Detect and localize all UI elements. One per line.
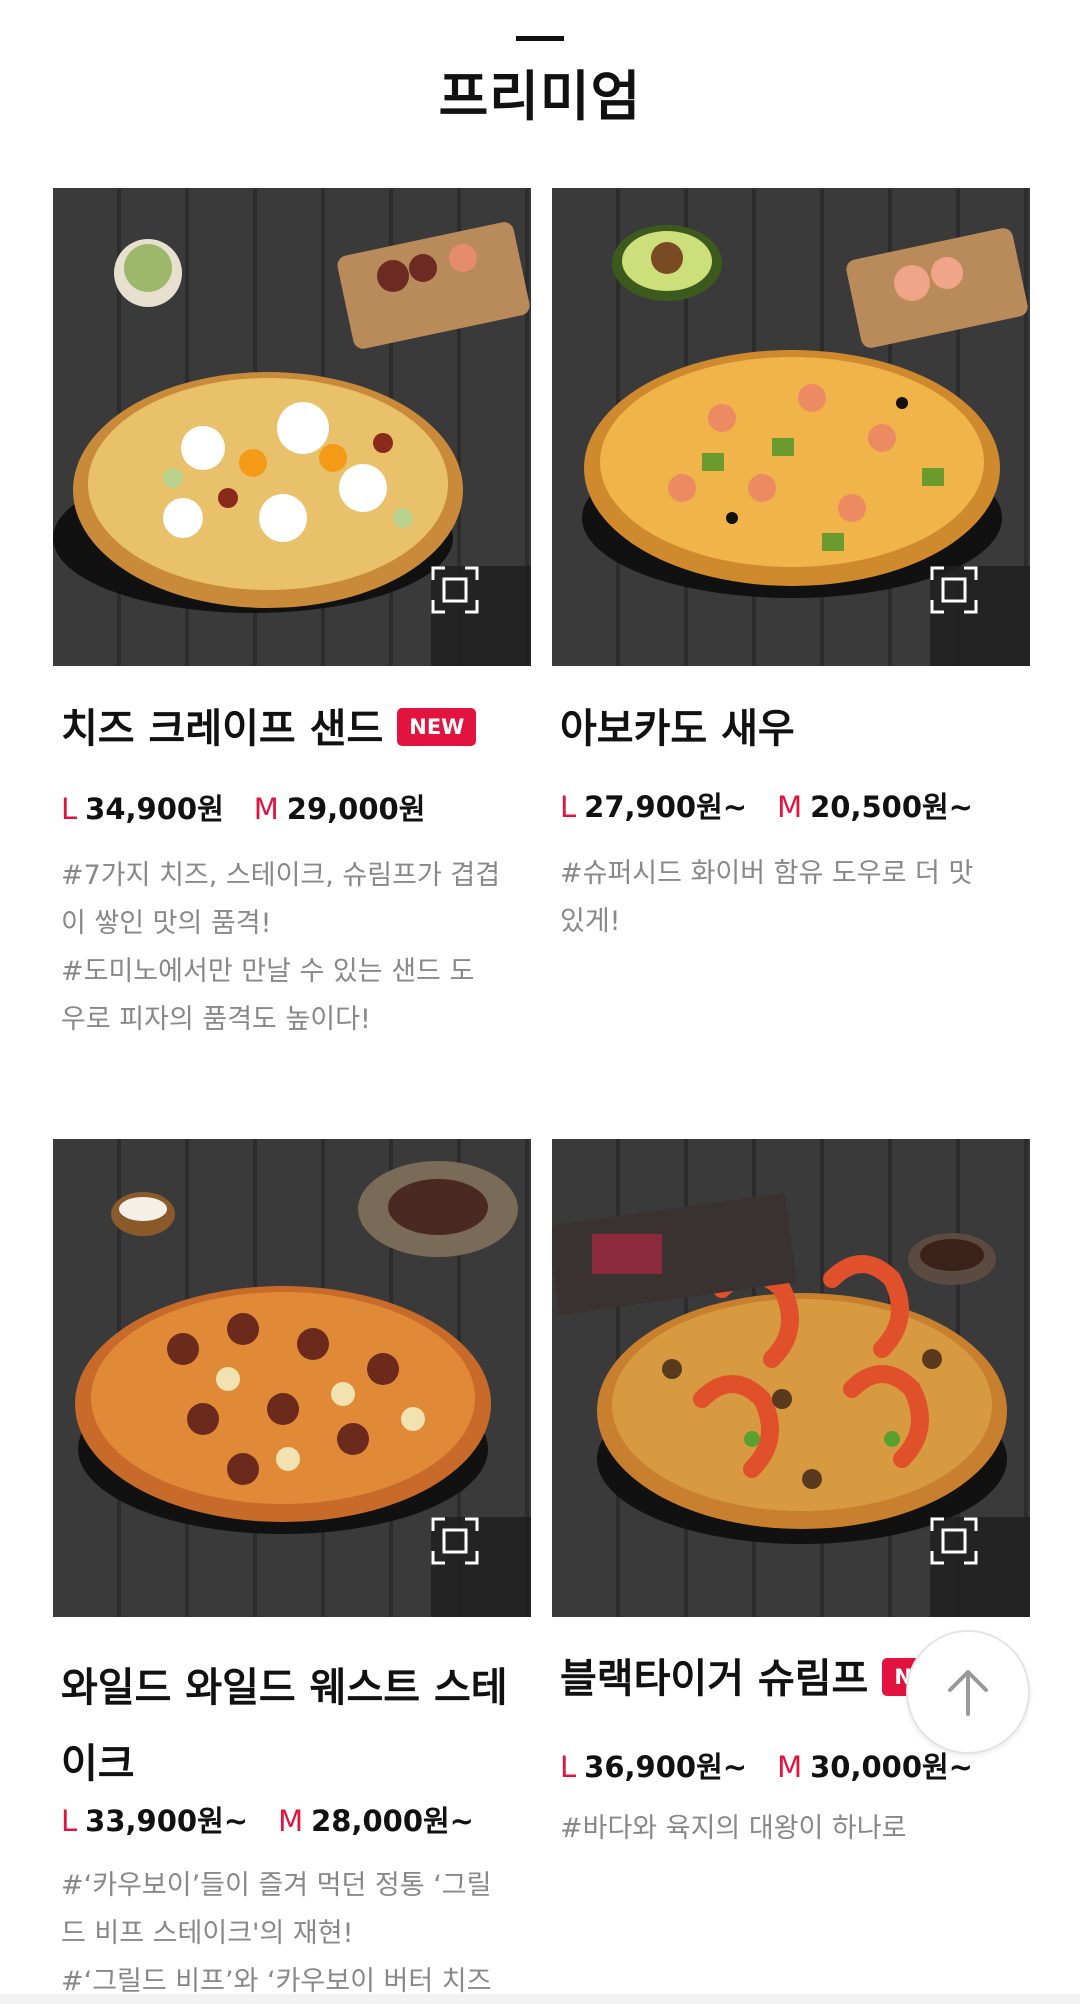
product-name[interactable]: 와일드 와일드 웨스트 스테 이크 [61, 1650, 508, 1802]
price-m: 20,500원~ [810, 790, 973, 824]
scroll-top-button[interactable] [906, 1630, 1030, 1754]
product-name[interactable]: 아보카도 새우 [560, 700, 795, 758]
product-name[interactable]: 치즈 크레이프 샌드 NEW [61, 700, 477, 758]
desc-line: 있게! [560, 906, 621, 937]
zoom-button[interactable] [431, 1517, 531, 1617]
product-name-line: 이크 [61, 1741, 135, 1787]
product-image[interactable] [552, 188, 1030, 666]
size-l-label: L [61, 792, 78, 826]
desc-line: 이 쌓인 맛의 품격! [61, 908, 272, 939]
product-card[interactable]: 블랙타이거 슈림프NEW L36,900원~ M30,000원~ #바다와 육지의… [552, 1139, 1030, 2004]
product-prices: L 34,900원 M 29,000원 [61, 786, 425, 828]
size-m-label: M [253, 792, 279, 826]
price-m: 28,000원~ [311, 1804, 474, 1838]
size-m-label: M [278, 1804, 304, 1838]
size-l-label: L [560, 790, 577, 824]
new-badge: NEW [397, 708, 477, 746]
product-description: #7가지 치즈, 스테이크, 슈림프가 겹겹 이 쌓인 맛의 품격! #도미노에… [61, 852, 531, 1044]
product-name-text: 블랙타이거 슈림프 [560, 1656, 869, 1702]
desc-line: #도미노에서만 만날 수 있는 샌드 도 [61, 956, 475, 987]
product-description: #슈퍼시드 화이버 함유 도우로 더 맛 있게! [560, 850, 1030, 946]
product-image[interactable] [53, 188, 531, 666]
product-name-text: 치즈 크레이프 샌드 [61, 706, 384, 752]
zoom-button[interactable] [930, 1517, 1030, 1617]
zoom-button[interactable] [431, 566, 531, 666]
size-m-label: M [777, 790, 803, 824]
product-prices: L 27,900원~ M 20,500원~ [560, 784, 973, 826]
product-image[interactable] [552, 1139, 1030, 1617]
size-l-label: L [560, 1750, 577, 1784]
title-divider [516, 36, 564, 41]
expand-icon [431, 566, 479, 614]
price-l: 27,900원~ [584, 790, 748, 824]
expand-icon [431, 1517, 479, 1565]
desc-line: 드 비프 스테이크'의 재현! [61, 1918, 354, 1949]
size-l-label: L [61, 1804, 78, 1838]
size-m-label: M [777, 1750, 803, 1784]
price-l: 33,900원~ [85, 1804, 249, 1838]
section-title: 프리미엄 [438, 65, 642, 128]
expand-icon [930, 1517, 978, 1565]
product-name-line: 와일드 와일드 웨스트 스테 [61, 1665, 508, 1711]
product-card[interactable]: 아보카도 새우 L 27,900원~ M 20,500원~ #슈퍼시드 화이버 함유 … [552, 188, 1030, 1058]
product-prices: L 36,900원~ M 30,000원~ [560, 1744, 973, 1786]
product-card[interactable]: 치즈 크레이프 샌드 NEW L 34,900원 M 29,000원 #7가지 치즈, … [53, 188, 531, 1058]
price-m: 29,000원 [286, 792, 426, 826]
desc-line: #‘카우보이’들이 즐겨 먹던 정통 ‘그릴 [61, 1870, 492, 1901]
expand-icon [930, 566, 978, 614]
desc-line: #7가지 치즈, 스테이크, 슈림프가 겹겹 [61, 860, 501, 891]
product-prices: L 33,900원~ M 28,000원~ [61, 1798, 474, 1840]
desc-line: 우로 피자의 품격도 높이다! [61, 1004, 371, 1035]
zoom-button[interactable] [930, 566, 1030, 666]
desc-line: #바다와 육지의 대왕이 하나로 [560, 1813, 907, 1844]
price-m: 30,000원~ [810, 1750, 973, 1784]
arrow-up-icon [948, 1670, 988, 1716]
price-l: 34,900원 [85, 792, 224, 826]
price-l: 36,900원~ [584, 1750, 748, 1784]
section-header: 프리미엄 [0, 0, 1080, 150]
desc-line: #슈퍼시드 화이버 함유 도우로 더 맛 [560, 858, 974, 889]
product-name-text: 아보카도 새우 [560, 706, 795, 752]
product-card[interactable]: 와일드 와일드 웨스트 스테 이크 L 33,900원~ M 28,000원~ #‘카… [53, 1139, 531, 2004]
product-name[interactable]: 블랙타이거 슈림프NEW [560, 1650, 962, 1708]
product-description: #‘카우보이’들이 즐겨 먹던 정통 ‘그릴 드 비프 스테이크'의 재현! #… [61, 1862, 531, 2004]
product-image[interactable] [53, 1139, 531, 1617]
product-description: #바다와 육지의 대왕이 하나로 [560, 1805, 1030, 1853]
bottom-edge [0, 1994, 1080, 2004]
